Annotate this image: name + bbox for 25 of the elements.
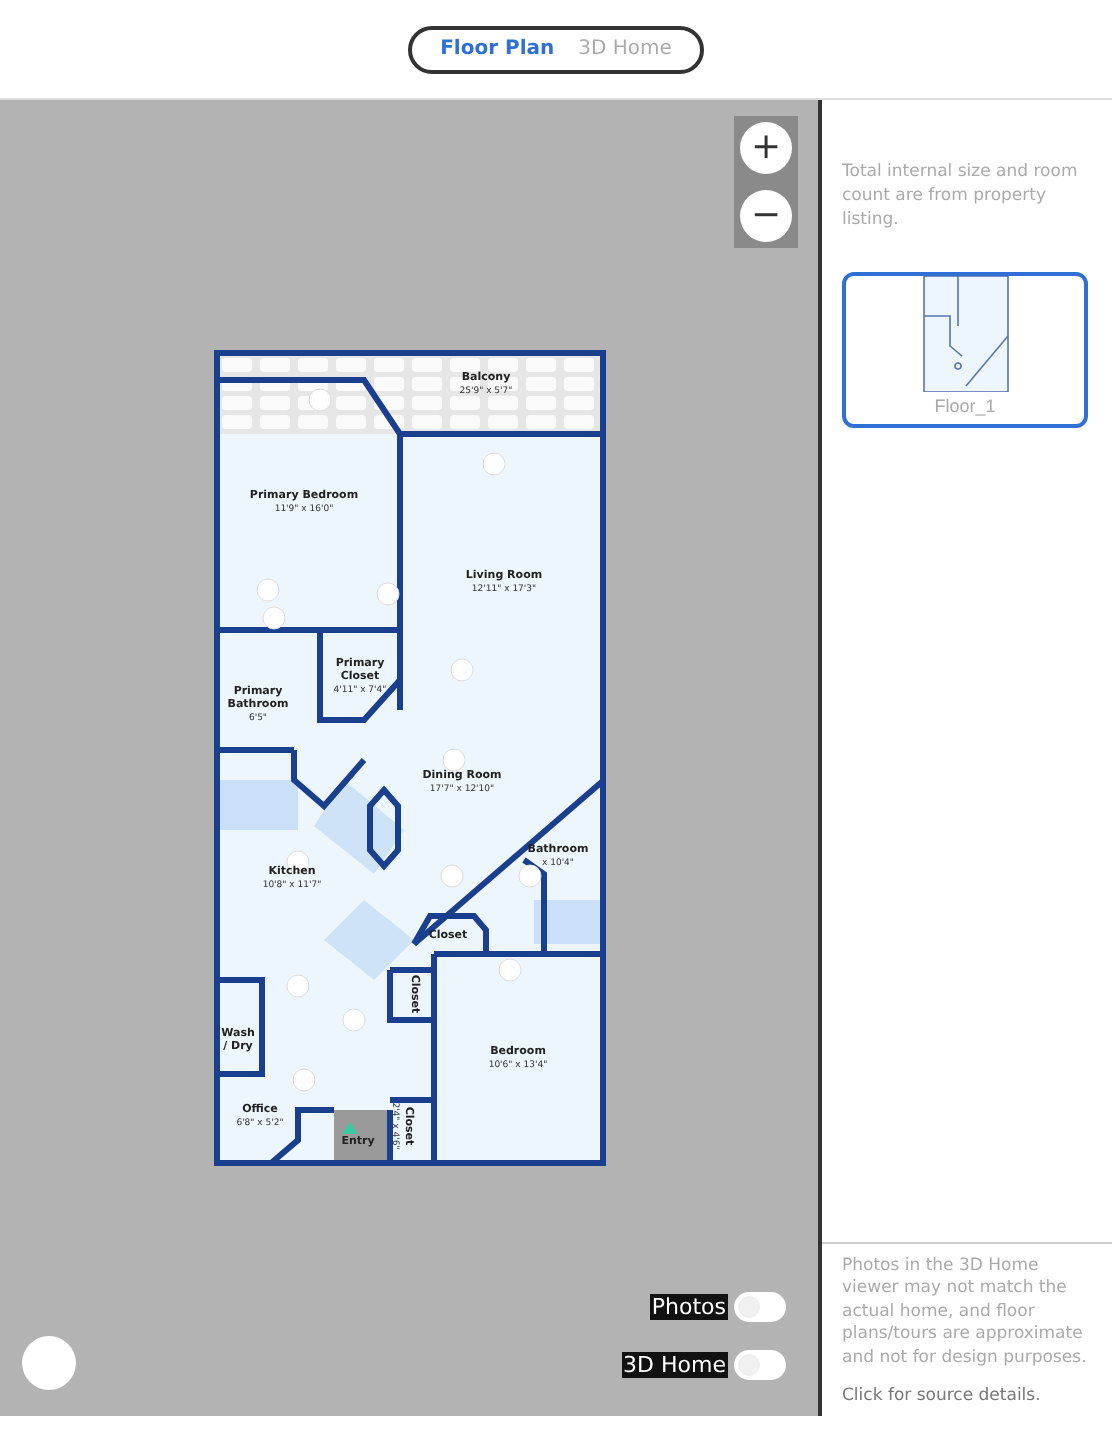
view-tab[interactable]: Floor Plan [432, 38, 563, 60]
toggle-switch[interactable] [734, 1292, 786, 1322]
listing-note: Total internal size and room count are from property listing. [842, 160, 1080, 232]
photo-marker[interactable] [441, 748, 465, 772]
zoom-in-button[interactable]: + [740, 122, 792, 174]
photo-marker[interactable] [517, 864, 541, 888]
photo-marker[interactable] [375, 582, 399, 606]
photo-marker[interactable] [449, 658, 473, 682]
photo-marker[interactable] [261, 606, 285, 630]
photo-marker[interactable] [307, 388, 331, 412]
photo-marker[interactable] [439, 864, 463, 888]
toggle-label: 3D Home [621, 1352, 728, 1378]
photo-marker[interactable] [291, 1068, 315, 1092]
photo-marker[interactable] [285, 974, 309, 998]
zoom-out-button[interactable]: − [740, 190, 792, 242]
round-button[interactable] [22, 1336, 76, 1390]
photo-marker[interactable] [255, 578, 279, 602]
source-link[interactable]: Click for source details. [842, 1386, 1041, 1406]
photo-marker[interactable] [481, 452, 505, 476]
disclaimer-text: Photos in the 3D Home viewer may not match the actual home, and floor plans/tours are approximate and not for design purposes. [842, 1255, 1089, 1370]
photo-marker[interactable] [497, 958, 521, 982]
photo-marker[interactable] [341, 1008, 365, 1032]
toggle-switch[interactable] [734, 1350, 786, 1380]
toggle-label: Photos [649, 1294, 728, 1320]
floor-thumbnail [921, 276, 1009, 392]
